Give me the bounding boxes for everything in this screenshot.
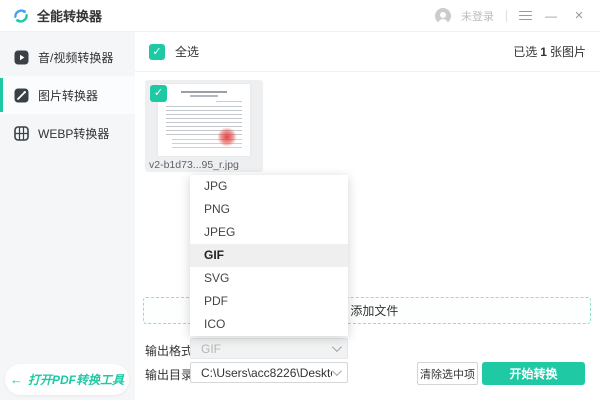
sidebar-item-label: 音/视频转换器	[38, 50, 114, 65]
selected-count-text: 已选 1 张图片	[513, 43, 586, 60]
thumbnail-filename: v2-b1d73...95_r.jpg	[149, 159, 239, 171]
close-button[interactable]: ×	[570, 7, 588, 25]
start-convert-button[interactable]: 开始转换	[482, 362, 585, 385]
format-option-png[interactable]: PNG	[190, 198, 348, 221]
image-edit-icon	[14, 88, 29, 102]
titlebar-divider	[506, 9, 507, 22]
selected-suffix: 张图片	[549, 45, 586, 59]
clear-selected-button[interactable]: 清除选中项	[417, 362, 478, 385]
film-grid-icon	[14, 125, 29, 141]
chevron-down-icon	[331, 342, 342, 353]
list-header: ✓ 全选 已选 1 张图片	[135, 32, 600, 72]
open-pdf-tool-button[interactable]: ← 打开PDF转换工具	[5, 364, 129, 395]
format-option-jpg[interactable]: JPG	[190, 175, 348, 198]
sidebar-item-image-converter[interactable]: 图片转换器	[0, 76, 135, 114]
title-bar: 全能转换器 未登录 — ×	[0, 0, 600, 32]
output-format-value: GIF	[201, 341, 221, 356]
select-all-checkbox[interactable]: ✓	[149, 43, 165, 60]
output-format-label: 输出格式:	[145, 344, 197, 358]
document-preview	[158, 84, 250, 156]
minimize-button[interactable]: —	[542, 7, 560, 25]
user-avatar-icon[interactable]	[435, 7, 451, 24]
sidebar: 音/视频转换器 图片转换器 WEBP转换器 ← 打开PDF转换工具	[0, 32, 135, 400]
chevron-down-icon	[331, 366, 342, 377]
add-file-label: 添加文件	[350, 304, 399, 318]
play-video-icon	[14, 50, 29, 64]
sidebar-item-label: 图片转换器	[38, 88, 99, 103]
select-all-label[interactable]: 全选	[175, 43, 199, 60]
app-title: 全能转换器	[37, 9, 103, 24]
format-option-pdf[interactable]: PDF	[190, 290, 348, 313]
menu-icon[interactable]	[519, 9, 532, 23]
main-panel: ✓ 全选 已选1张图片 ✓ v2-b1d73...95_r.jpg + 添加文件…	[135, 32, 600, 400]
login-status[interactable]: 未登录	[461, 8, 494, 24]
selected-count: 1	[540, 45, 547, 59]
sidebar-item-audio-video-converter[interactable]: 音/视频转换器	[0, 38, 135, 76]
output-dir-label: 输出目录:	[145, 368, 197, 382]
format-option-jpeg[interactable]: JPEG	[190, 221, 348, 244]
thumbnail-checkbox[interactable]: ✓	[150, 85, 167, 102]
output-format-select[interactable]: GIF	[190, 338, 348, 359]
format-dropdown-menu: JPG PNG JPEG GIF SVG PDF ICO	[190, 175, 348, 336]
output-dir-select[interactable]: C:\Users\acc8226\Desktop	[190, 362, 348, 383]
back-arrow-icon: ←	[9, 372, 23, 387]
image-thumbnail-card[interactable]: ✓ v2-b1d73...95_r.jpg	[145, 80, 263, 172]
sidebar-item-label: WEBP转换器	[38, 126, 110, 141]
format-option-gif[interactable]: GIF	[190, 244, 348, 267]
app-window: 全能转换器 未登录 — × 音/视频转换器 图片转换器 WEBP转换器 ← 打开…	[0, 0, 600, 400]
red-seal-stamp	[218, 128, 236, 146]
format-option-svg[interactable]: SVG	[190, 267, 348, 290]
format-option-ico[interactable]: ICO	[190, 313, 348, 336]
output-dir-value: C:\Users\acc8226\Desktop	[201, 365, 332, 380]
pdf-tool-label: 打开PDF转换工具	[27, 373, 124, 387]
selected-prefix: 已选	[513, 45, 538, 59]
sidebar-item-webp-converter[interactable]: WEBP转换器	[0, 114, 135, 152]
app-logo-sync-icon	[14, 8, 28, 23]
